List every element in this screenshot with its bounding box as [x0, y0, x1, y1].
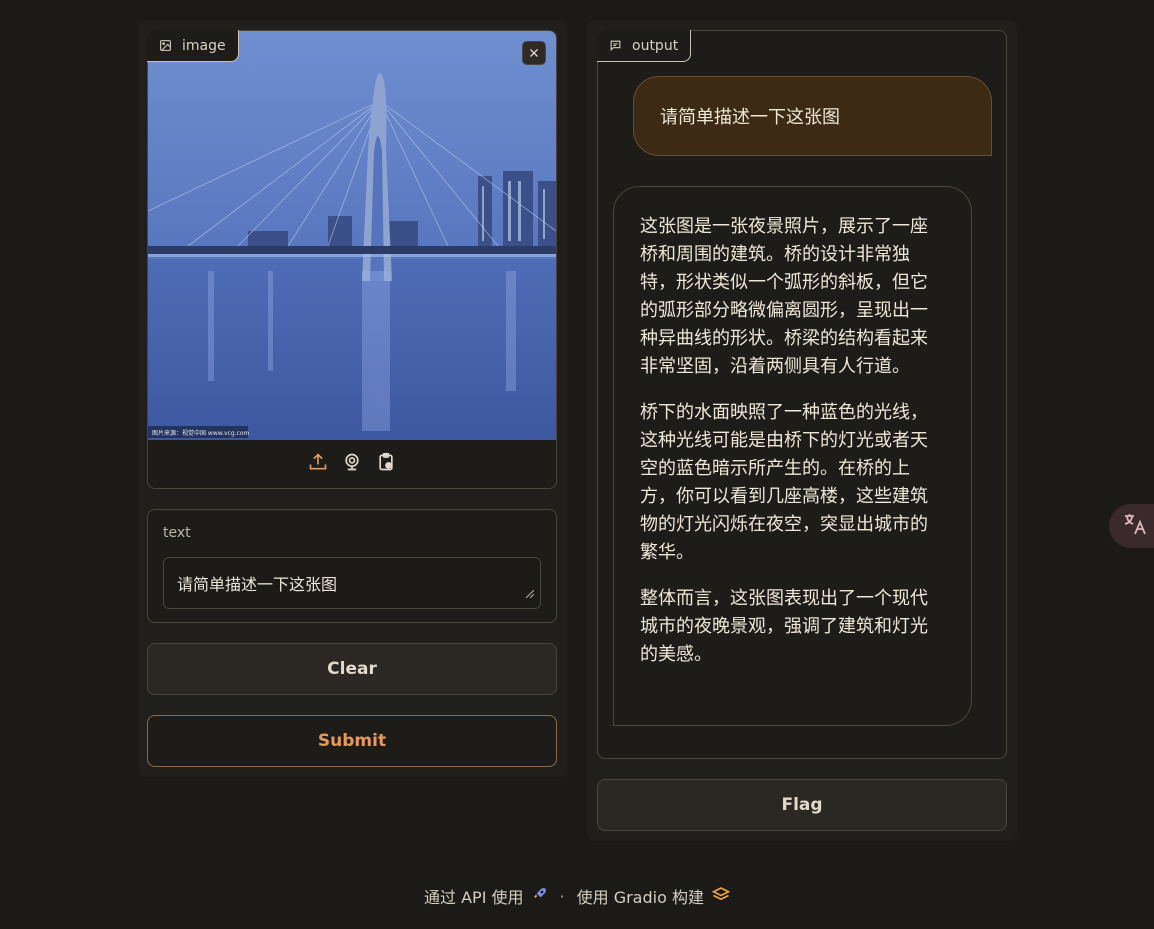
gradio-link-label: 使用 Gradio 构建 [576, 888, 704, 907]
submit-button[interactable]: Submit [147, 715, 557, 767]
resize-handle-icon[interactable] [525, 583, 535, 602]
text-input-block: text [147, 509, 557, 623]
bot-paragraph: 这张图是一张夜景照片，展示了一座桥和周围的建筑。桥的设计非常独特，形状类似一个弧… [640, 216, 928, 377]
text-input[interactable] [163, 557, 541, 609]
image-label-tag: image [147, 30, 239, 62]
api-link-label: 通过 API 使用 [424, 888, 524, 907]
translate-icon [1123, 513, 1147, 539]
rocket-icon [532, 886, 548, 906]
text-label: text [163, 525, 191, 541]
user-message-bubble: 请简单描述一下这张图 [633, 76, 992, 156]
chat-output: output 请简单描述一下这张图 这张图是一张夜景照片，展示了一座桥和周围的建… [597, 30, 1007, 759]
upload-icon[interactable] [307, 451, 329, 473]
image-label: image [182, 37, 226, 54]
gradio-link[interactable]: 使用 Gradio 构建 [576, 884, 731, 908]
gradio-logo-icon [711, 886, 731, 906]
footer-separator: · [559, 886, 565, 906]
bridge-photo: 图片来源：视觉中国 www.vcg.com [148, 31, 556, 440]
output-panel: output 请简单描述一下这张图 这张图是一张夜景照片，展示了一座桥和周围的建… [587, 20, 1017, 841]
close-icon[interactable] [522, 41, 546, 65]
image-input[interactable]: 图片来源：视觉中国 www.vcg.com image [147, 30, 557, 489]
api-link[interactable]: 通过 API 使用 [424, 884, 548, 908]
output-label: output [632, 37, 679, 54]
bot-message-bubble: 这张图是一张夜景照片，展示了一座桥和周围的建筑。桥的设计非常独特，形状类似一个弧… [613, 186, 972, 726]
webcam-icon[interactable] [341, 451, 363, 473]
bot-paragraph: 整体而言，这张图表现出了一个现代城市的夜晚景观，强调了建筑和灯光的美感。 [640, 588, 928, 665]
chat-icon [609, 39, 622, 52]
image-icon [159, 39, 172, 52]
clear-button[interactable]: Clear [147, 643, 557, 695]
translate-button[interactable] [1109, 504, 1154, 548]
input-panel: 图片来源：视觉中国 www.vcg.com image text 请简单描述一下… [138, 20, 567, 777]
image-source-toolbar [148, 451, 556, 473]
svg-text:图片来源：视觉中国 www.vcg.com: 图片来源：视觉中国 www.vcg.com [152, 429, 250, 437]
bot-paragraph: 桥下的水面映照了一种蓝色的光线，这种光线可能是由桥下的灯光或者天空的蓝色暗示所产… [640, 402, 928, 563]
output-label-tag: output [597, 30, 692, 62]
clipboard-icon[interactable] [375, 451, 397, 473]
flag-button[interactable]: Flag [597, 779, 1007, 831]
footer: 通过 API 使用 · 使用 Gradio 构建 [0, 884, 1154, 908]
